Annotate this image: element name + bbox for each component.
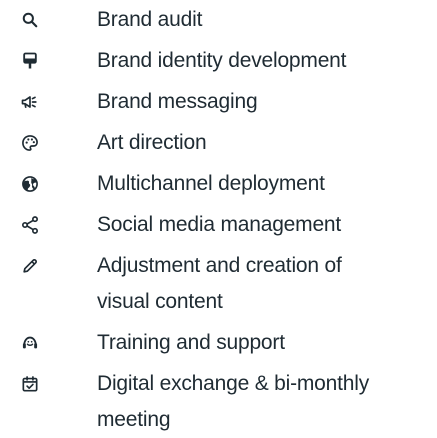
list-item-label: Adjustment and creation of visual conten…	[97, 254, 342, 313]
palette-icon	[18, 131, 42, 155]
list-item-label: Social media management	[97, 213, 342, 236]
brand-identity-icon	[18, 49, 42, 73]
list-item-label: Brand identity development	[97, 49, 347, 72]
services-list: Brand audit Brand identity development B…	[0, 0, 437, 435]
share-icon	[18, 213, 42, 237]
list-item-label: Brand audit	[97, 8, 203, 31]
list-item-label: Brand messaging	[97, 90, 258, 113]
list-item-label: Multichannel deployment	[97, 172, 325, 195]
globe-icon	[18, 172, 42, 196]
megaphone-icon	[18, 90, 42, 114]
list-item-label: Art direction	[97, 131, 207, 154]
list-item-label: Digital exchange & bi-monthly meeting	[97, 372, 370, 431]
support-icon	[18, 331, 42, 355]
pencil-icon	[18, 254, 42, 278]
list-item-label: Training and support	[97, 331, 285, 354]
search-icon	[18, 8, 42, 32]
calendar-check-icon	[18, 372, 42, 396]
